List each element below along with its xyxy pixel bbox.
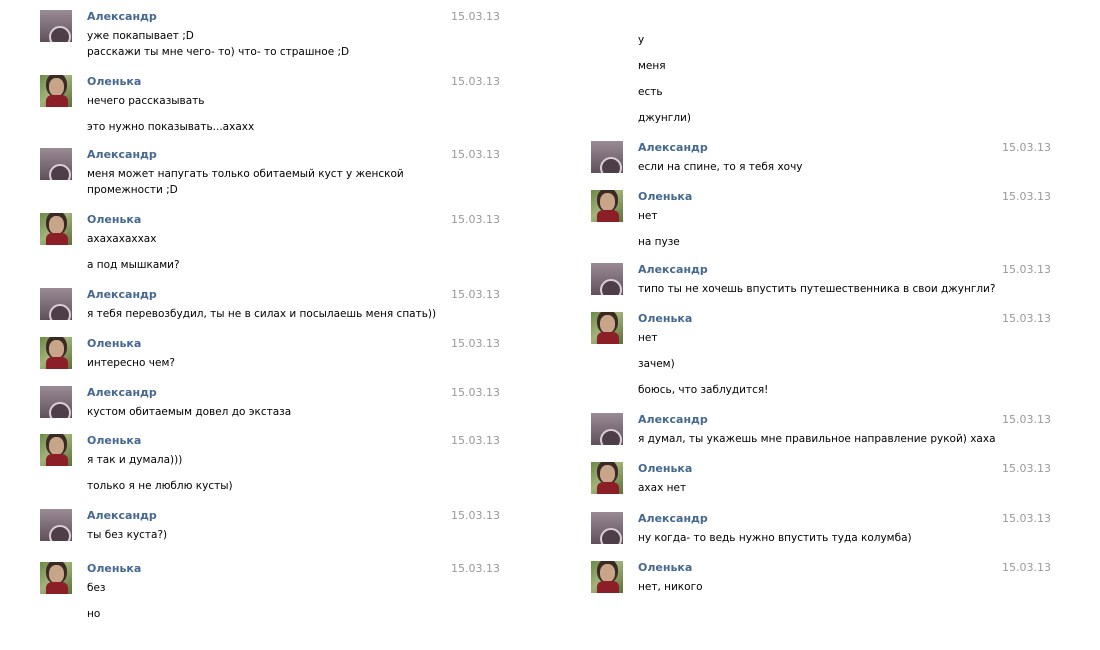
message-date: 15.03.13	[1002, 462, 1051, 475]
message-date: 15.03.13	[1002, 312, 1051, 325]
message-text: промежности ;D	[87, 184, 178, 196]
message-date: 15.03.13	[451, 148, 500, 161]
message-date: 15.03.13	[451, 509, 500, 522]
message-text: я думал, ты укажешь мне правильное напра…	[638, 433, 996, 445]
female-avatar[interactable]	[40, 337, 72, 369]
male-avatar[interactable]	[40, 148, 72, 180]
sender-name-link[interactable]: Александр	[87, 509, 157, 522]
message-date: 15.03.13	[451, 386, 500, 399]
message-text: меня	[638, 60, 666, 72]
message-text: ты без куста?)	[87, 529, 168, 541]
sender-name-link[interactable]: Александр	[87, 148, 157, 161]
sender-name-link[interactable]: Оленька	[638, 312, 692, 325]
message-date: 15.03.13	[1002, 561, 1051, 574]
female-avatar[interactable]	[591, 561, 623, 593]
sender-name-link[interactable]: Оленька	[87, 213, 141, 226]
message-text: я тебя перевозбудил, ты не в силах и пос…	[87, 308, 437, 320]
message-text: зачем)	[638, 358, 675, 370]
sender-name-link[interactable]: Александр	[638, 512, 708, 525]
message-date: 15.03.13	[1002, 190, 1051, 203]
message-date: 15.03.13	[1002, 413, 1051, 426]
message-text: есть	[638, 86, 663, 98]
sender-name-link[interactable]: Александр	[87, 288, 157, 301]
message-text: нет	[638, 210, 658, 222]
male-avatar[interactable]	[591, 512, 623, 544]
male-avatar[interactable]	[591, 141, 623, 173]
male-avatar[interactable]	[40, 288, 72, 320]
message-text: боюсь, что заблудится!	[638, 384, 769, 396]
sender-name-link[interactable]: Оленька	[87, 434, 141, 447]
message-date: 15.03.13	[451, 288, 500, 301]
message-text: на пузе	[638, 236, 680, 248]
message-date: 15.03.13	[1002, 141, 1051, 154]
female-avatar[interactable]	[591, 312, 623, 344]
message-date: 15.03.13	[451, 10, 500, 23]
sender-name-link[interactable]: Оленька	[87, 337, 141, 350]
message-text: меня может напугать только обитаемый кус…	[87, 168, 404, 180]
message-date: 15.03.13	[451, 562, 500, 575]
message-text: уже покапывает ;D	[87, 30, 194, 42]
message-text: ахахахаххах	[87, 233, 157, 245]
message-text: джунгли)	[638, 112, 691, 124]
message-text: но	[87, 608, 101, 620]
male-avatar[interactable]	[591, 263, 623, 295]
message-text: типо ты не хочешь впустить путешественни…	[638, 283, 996, 295]
sender-name-link[interactable]: Оленька	[87, 75, 141, 88]
male-avatar[interactable]	[40, 386, 72, 418]
male-avatar[interactable]	[40, 509, 72, 541]
female-avatar[interactable]	[40, 562, 72, 594]
message-text: если на спине, то я тебя хочу	[638, 161, 803, 173]
message-text: а под мышками?	[87, 259, 180, 271]
sender-name-link[interactable]: Оленька	[87, 562, 141, 575]
message-date: 15.03.13	[451, 337, 500, 350]
message-text: у	[638, 34, 645, 46]
sender-name-link[interactable]: Александр	[87, 10, 157, 23]
message-text: расскажи ты мне чего- то) что- то страшн…	[87, 46, 350, 58]
female-avatar[interactable]	[40, 75, 72, 107]
message-text: я так и думала)))	[87, 454, 183, 466]
message-date: 15.03.13	[451, 75, 500, 88]
message-text: нет	[638, 332, 658, 344]
sender-name-link[interactable]: Александр	[638, 263, 708, 276]
message-text: ну когда- то ведь нужно впустить туда ко…	[638, 532, 912, 544]
message-text: без	[87, 582, 106, 594]
message-text: только я не люблю кусты)	[87, 480, 233, 492]
message-date: 15.03.13	[1002, 263, 1051, 276]
message-text: нет, никого	[638, 581, 703, 593]
message-text: интересно чем?	[87, 357, 175, 369]
sender-name-link[interactable]: Александр	[87, 386, 157, 399]
sender-name-link[interactable]: Александр	[638, 413, 708, 426]
message-date: 15.03.13	[451, 434, 500, 447]
message-text: ахах нет	[638, 482, 687, 494]
female-avatar[interactable]	[40, 434, 72, 466]
male-avatar[interactable]	[591, 413, 623, 445]
male-avatar[interactable]	[40, 10, 72, 42]
female-avatar[interactable]	[591, 462, 623, 494]
message-text: это нужно показывать...ахахх	[87, 121, 255, 133]
sender-name-link[interactable]: Оленька	[638, 561, 692, 574]
female-avatar[interactable]	[591, 190, 623, 222]
message-text: кустом обитаемым довел до экстаза	[87, 406, 292, 418]
message-text: нечего рассказывать	[87, 95, 205, 107]
sender-name-link[interactable]: Оленька	[638, 190, 692, 203]
sender-name-link[interactable]: Александр	[638, 141, 708, 154]
message-date: 15.03.13	[451, 213, 500, 226]
female-avatar[interactable]	[40, 213, 72, 245]
message-date: 15.03.13	[1002, 512, 1051, 525]
sender-name-link[interactable]: Оленька	[638, 462, 692, 475]
